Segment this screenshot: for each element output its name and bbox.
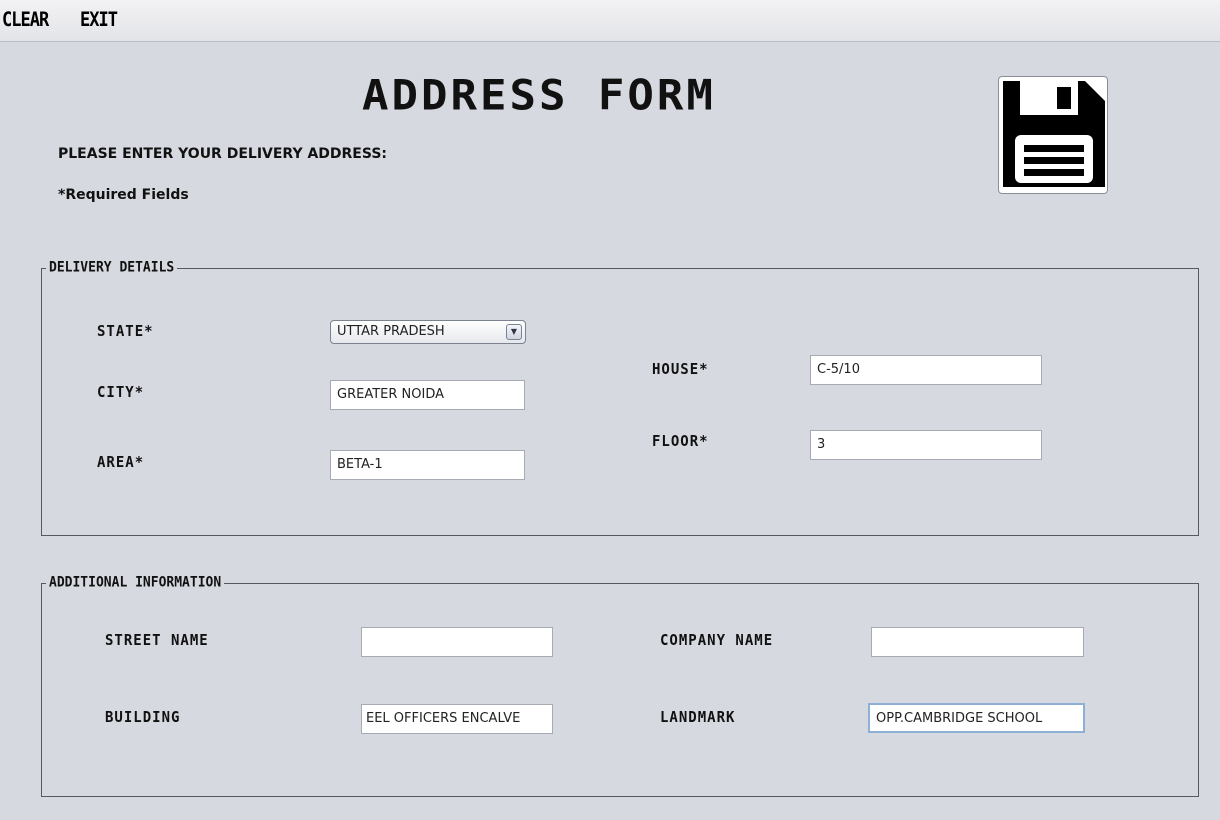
additional-information-legend: ADDITIONAL INFORMATION [46,573,225,593]
chevron-down-icon[interactable]: ▼ [506,324,522,340]
city-label: CITY* [97,384,145,402]
landmark-field[interactable]: OPP.CAMBRIDGE SCHOOL [868,703,1085,733]
area-field[interactable]: BETA-1 [330,450,525,480]
state-label: STATE* [97,323,154,341]
company-name-label: COMPANY NAME [660,632,774,650]
floppy-disk-icon [1003,81,1105,187]
menu-bar: CLEAR EXIT [0,0,1220,42]
landmark-label: LANDMARK [660,709,736,727]
building-field[interactable]: EEL OFFICERS ENCALVE [361,704,553,734]
save-button[interactable] [998,76,1108,194]
delivery-details-legend: DELIVERY DETAILS [46,258,178,278]
floor-field[interactable]: 3 [810,430,1042,460]
delivery-details-group: DELIVERY DETAILS [41,258,1199,536]
house-field[interactable]: C-5/10 [810,355,1042,385]
menu-exit[interactable]: EXIT [80,9,118,32]
house-label: HOUSE* [652,361,709,379]
state-selected-value: UTTAR PRADESH [337,324,445,339]
area-label: AREA* [97,454,145,472]
additional-information-group: ADDITIONAL INFORMATION [41,573,1199,797]
company-name-field[interactable] [871,627,1084,657]
building-label: BUILDING [105,709,181,727]
menu-clear[interactable]: CLEAR [2,9,49,32]
page-title: ADDRESS FORM [362,71,716,120]
state-select[interactable]: UTTAR PRADESH ▼ [330,320,526,344]
floor-label: FLOOR* [652,433,709,451]
street-name-label: STREET NAME [105,632,209,650]
city-field[interactable]: GREATER NOIDA [330,380,525,410]
instruction-text: PLEASE ENTER YOUR DELIVERY ADDRESS: [58,146,388,162]
street-name-field[interactable] [361,627,553,657]
required-fields-note: *Required Fields [58,187,189,203]
